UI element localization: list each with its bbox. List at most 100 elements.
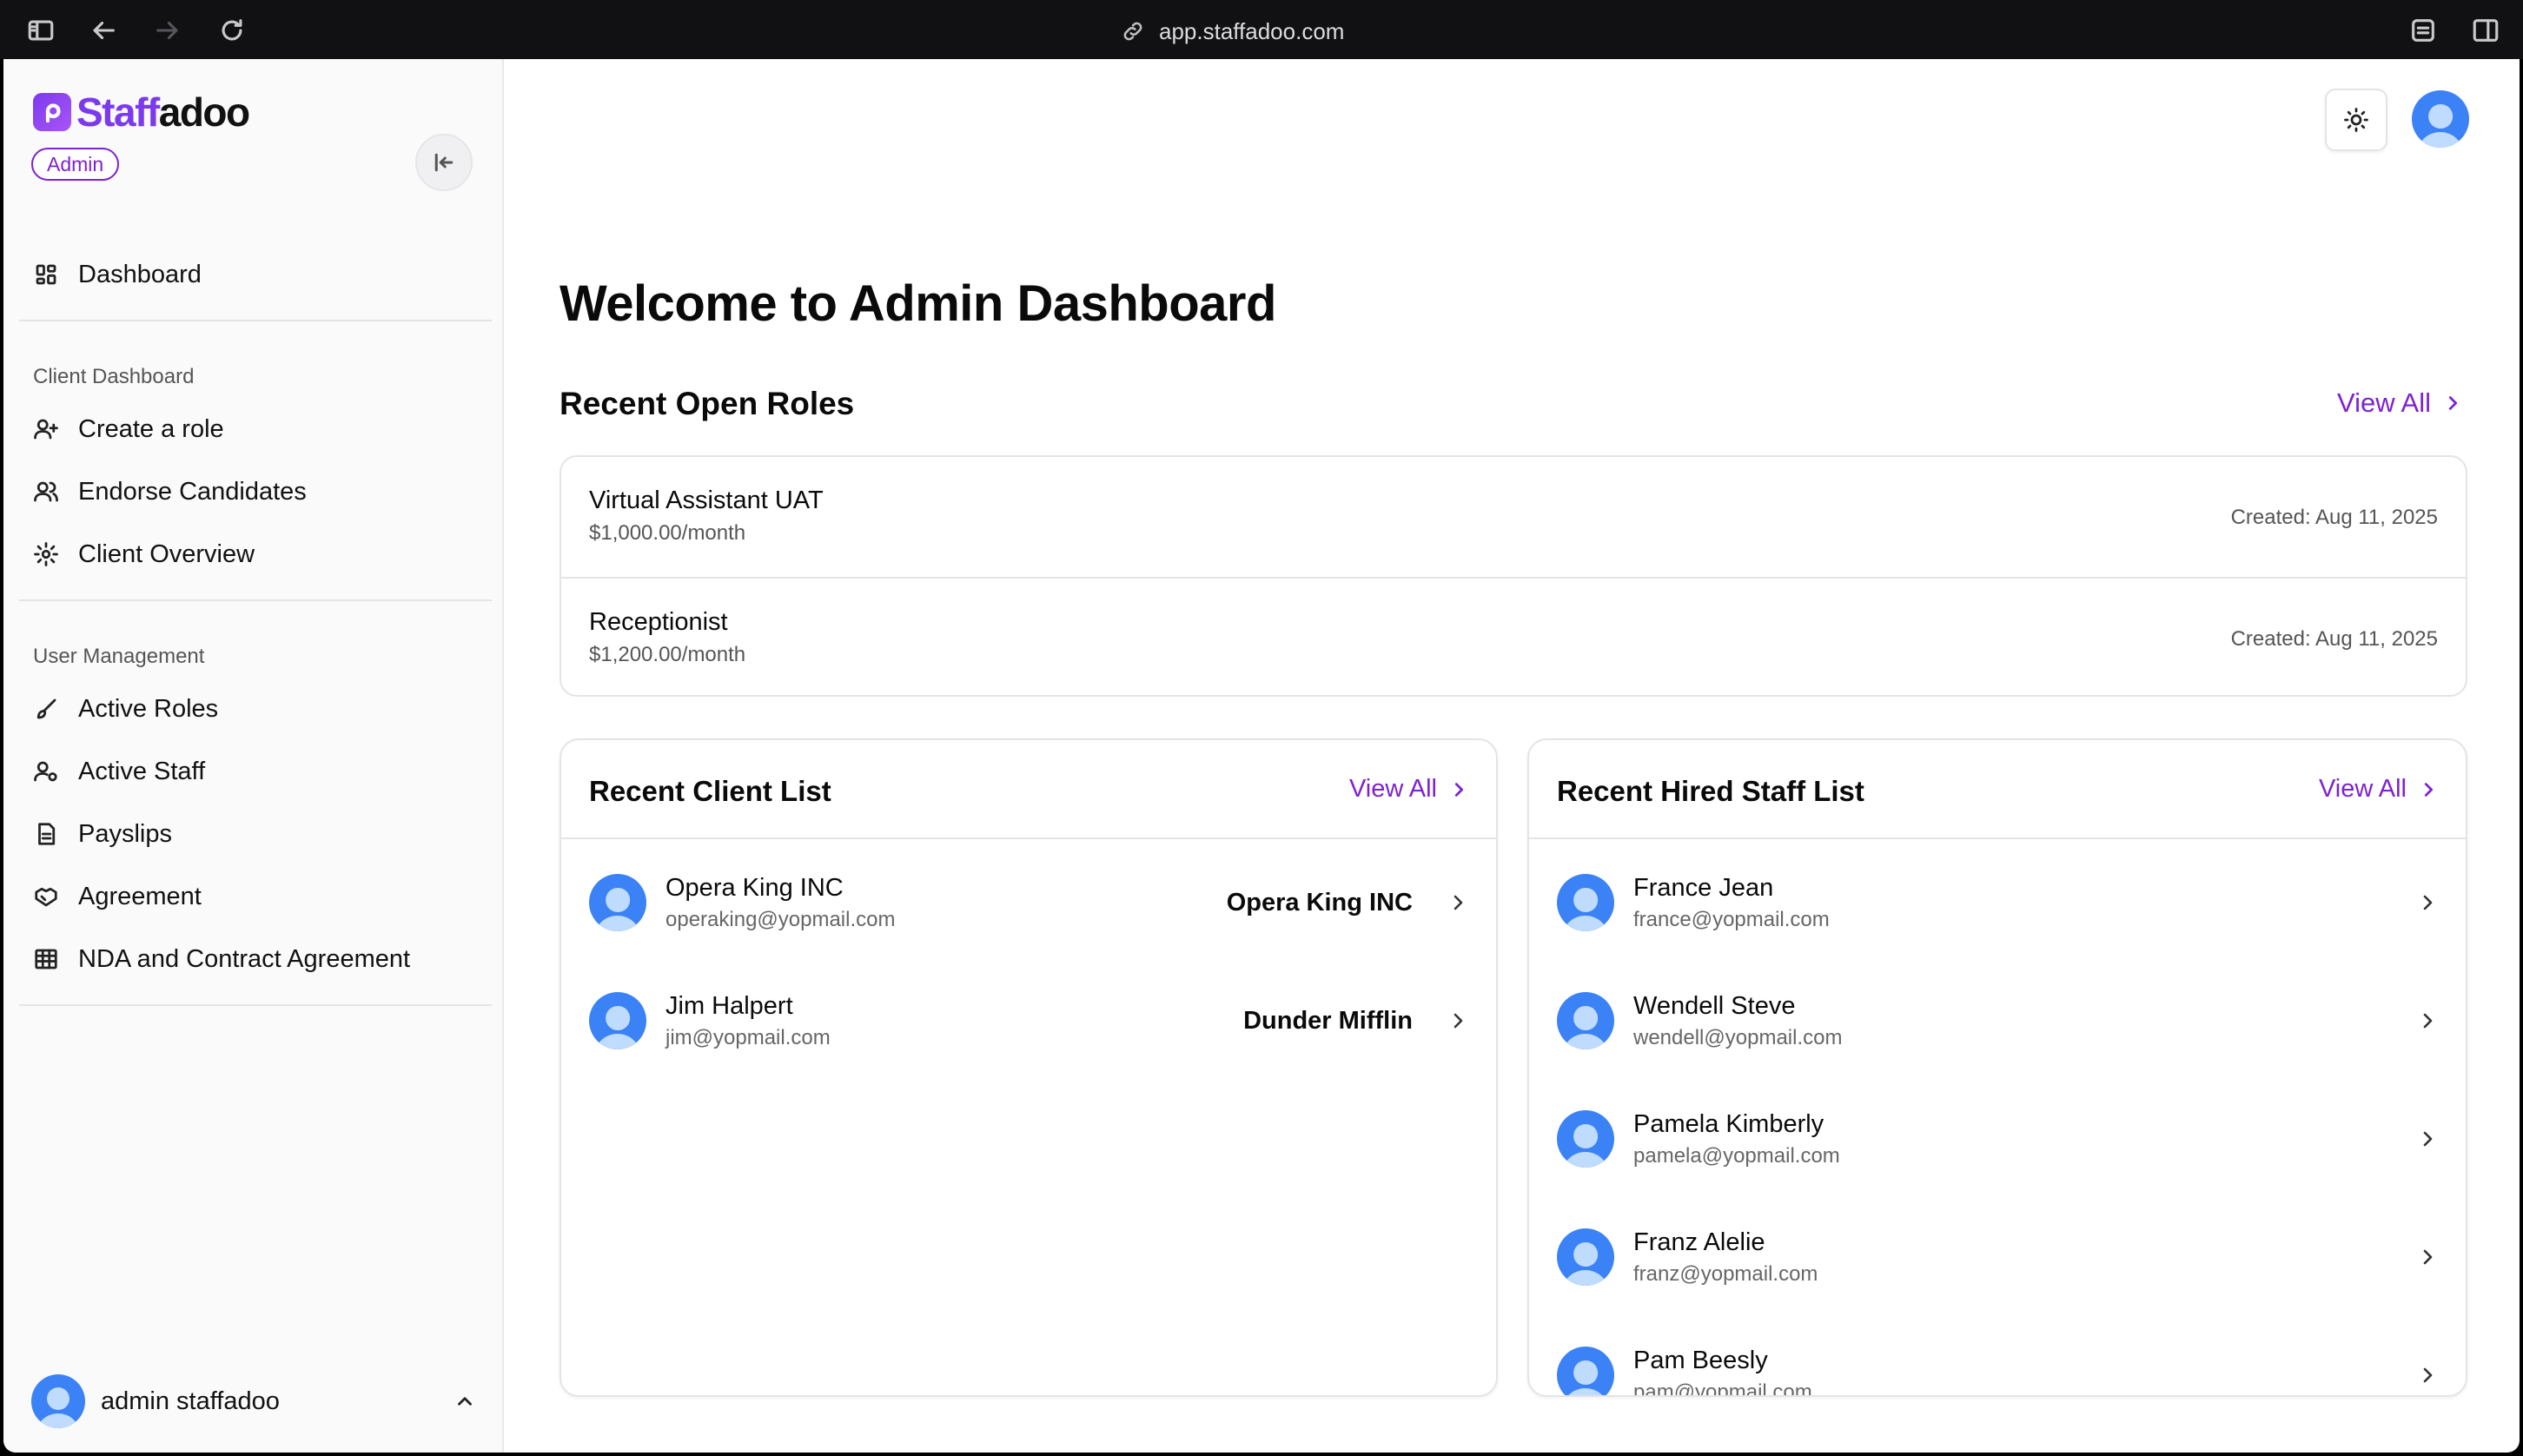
client-row[interactable]: Jim Halpert jim@yopmail.com Dunder Miffl…: [589, 982, 1468, 1060]
chevron-right-icon: [1454, 895, 1463, 910]
theme-toggle-button[interactable]: [2325, 89, 2387, 151]
sidebar: Staffadoo Admin Dashboard Client Dashboa…: [3, 59, 504, 1453]
sidebar-item-nda-contract[interactable]: NDA and Contract Agreement: [33, 935, 410, 983]
profile-avatar[interactable]: [2412, 90, 2469, 148]
staff-email: franz@yopmail.com: [1633, 1261, 1818, 1286]
client-email: operaking@yopmail.com: [666, 907, 896, 931]
main-content: Welcome to Admin Dashboard Recent Open R…: [506, 59, 2520, 1453]
avatar: [1557, 992, 1614, 1049]
client-name: Opera King INC: [666, 873, 844, 902]
staff-row[interactable]: Wendell Steve wendell@yopmail.com: [1557, 982, 2438, 1060]
sidebar-item-agreement[interactable]: Agreement: [33, 872, 202, 921]
client-name: Jim Halpert: [666, 991, 793, 1020]
chevron-right-icon: [1454, 1013, 1463, 1029]
split-view-icon[interactable]: [2469, 14, 2502, 47]
sidebar-item-client-overview[interactable]: Client Overview: [33, 530, 255, 579]
client-company: Opera King INC: [1226, 888, 1413, 917]
divider: [19, 320, 492, 321]
link-icon: [1123, 22, 1142, 41]
chevron-right-icon: [2448, 396, 2458, 410]
role-salary: $1,200.00/month: [589, 643, 746, 666]
role-title: Receptionist: [589, 608, 728, 636]
handshake-icon: [35, 887, 57, 907]
section-label-user-management: User Management: [33, 645, 205, 668]
divider: [19, 599, 492, 601]
staff-email: pamela@yopmail.com: [1633, 1143, 1840, 1168]
extensions-icon[interactable]: [2407, 14, 2440, 47]
app-window: Staffadoo Admin Dashboard Client Dashboa…: [3, 59, 2520, 1453]
staff-name: Franz Alelie: [1633, 1228, 1765, 1256]
open-roles-card: Virtual Assistant UAT $1,000.00/month Cr…: [560, 455, 2467, 697]
staff-list-view-all-link[interactable]: View All: [2319, 775, 2438, 804]
sun-icon: [2344, 108, 2368, 132]
sidebar-item-create-role[interactable]: Create a role: [33, 405, 224, 453]
role-row[interactable]: Receptionist $1,200.00/month Created: Au…: [561, 577, 2466, 697]
staff-name: France Jean: [1633, 873, 1774, 902]
avatar: [1557, 1347, 1614, 1395]
staff-name: Pamela Kimberly: [1633, 1109, 1824, 1138]
back-arrow-icon[interactable]: [87, 14, 120, 47]
sidebar-item-label: Client Overview: [78, 539, 255, 568]
chevron-right-icon: [2424, 782, 2434, 797]
chevron-right-icon: [2423, 1013, 2433, 1029]
open-roles-view-all-link[interactable]: View All: [2337, 387, 2462, 419]
divider: [19, 1004, 492, 1006]
avatar: [1557, 874, 1614, 931]
sidebar-item-active-roles[interactable]: Active Roles: [33, 685, 218, 733]
staff-name: Wendell Steve: [1633, 991, 1796, 1020]
users-icon: [34, 481, 58, 502]
sidebar-item-label: Create a role: [78, 414, 224, 443]
staff-row[interactable]: Pam Beesly pam@yopmail.com: [1557, 1336, 2438, 1397]
client-row[interactable]: Opera King INC operaking@yopmail.com Ope…: [589, 864, 1468, 942]
staff-email: pam@yopmail.com: [1633, 1380, 1812, 1397]
user-menu-button[interactable]: admin staffadoo: [31, 1371, 476, 1432]
user-plus-icon: [34, 419, 58, 440]
recent-client-list-card: Recent Client List View All Opera King I…: [560, 738, 1498, 1397]
reload-icon[interactable]: [215, 14, 248, 47]
staff-list-title: Recent Hired Staff List: [1557, 775, 1864, 807]
open-roles-title: Recent Open Roles: [560, 386, 855, 421]
table-icon: [35, 949, 57, 970]
staff-row[interactable]: Pamela Kimberly pamela@yopmail.com: [1557, 1100, 2438, 1178]
document-icon: [38, 823, 56, 845]
sidebar-item-label: Active Staff: [78, 757, 206, 785]
url-text: app.staffadoo.com: [1159, 17, 1345, 44]
staff-row[interactable]: France Jean france@yopmail.com: [1557, 864, 2438, 942]
collapse-left-icon: [434, 153, 454, 172]
sidebar-item-label: Payslips: [78, 819, 172, 848]
current-user-name: admin staffadoo: [101, 1387, 280, 1415]
client-company: Dunder Mifflin: [1243, 1006, 1413, 1035]
role-row[interactable]: Virtual Assistant UAT $1,000.00/month Cr…: [561, 457, 2466, 577]
recent-hired-staff-card: Recent Hired Staff List View All France …: [1527, 738, 2467, 1397]
logo-mark-icon: [33, 93, 71, 131]
dashboard-grid-icon: [36, 264, 56, 285]
sidebar-item-payslips[interactable]: Payslips: [33, 810, 172, 858]
card-header: Recent Hired Staff List View All: [1529, 740, 2466, 839]
sidebar-item-dashboard[interactable]: Dashboard: [33, 250, 202, 299]
chevron-up-icon: [458, 1397, 472, 1406]
client-list-view-all-link[interactable]: View All: [1349, 775, 1468, 804]
avatar: [589, 874, 646, 931]
collapse-sidebar-button[interactable]: [415, 134, 473, 191]
forward-arrow-icon[interactable]: [151, 14, 184, 47]
sidebar-item-active-staff[interactable]: Active Staff: [33, 747, 205, 796]
staff-email: france@yopmail.com: [1633, 907, 1830, 931]
avatar: [1557, 1110, 1614, 1168]
sidebar-item-label: Active Roles: [78, 694, 219, 723]
logo[interactable]: Staffadoo: [33, 89, 250, 136]
logo-text: Staffadoo: [76, 89, 250, 135]
client-email: jim@yopmail.com: [666, 1025, 831, 1049]
gear-icon: [34, 542, 58, 566]
address-bar[interactable]: app.staffadoo.com: [1121, 14, 1344, 49]
role-title: Virtual Assistant UAT: [589, 486, 824, 514]
sidebar-toggle-icon[interactable]: [24, 14, 57, 47]
staff-row[interactable]: Franz Alelie franz@yopmail.com: [1557, 1218, 2438, 1296]
user-cog-icon: [34, 761, 57, 782]
avatar: [589, 992, 646, 1049]
sidebar-item-label: Dashboard: [78, 260, 202, 288]
avatar: [31, 1374, 85, 1428]
sidebar-item-label: Endorse Candidates: [78, 477, 307, 506]
chevron-right-icon: [2423, 1367, 2433, 1383]
sidebar-item-endorse-candidates[interactable]: Endorse Candidates: [33, 467, 307, 516]
sidebar-item-label: Agreement: [78, 882, 202, 910]
